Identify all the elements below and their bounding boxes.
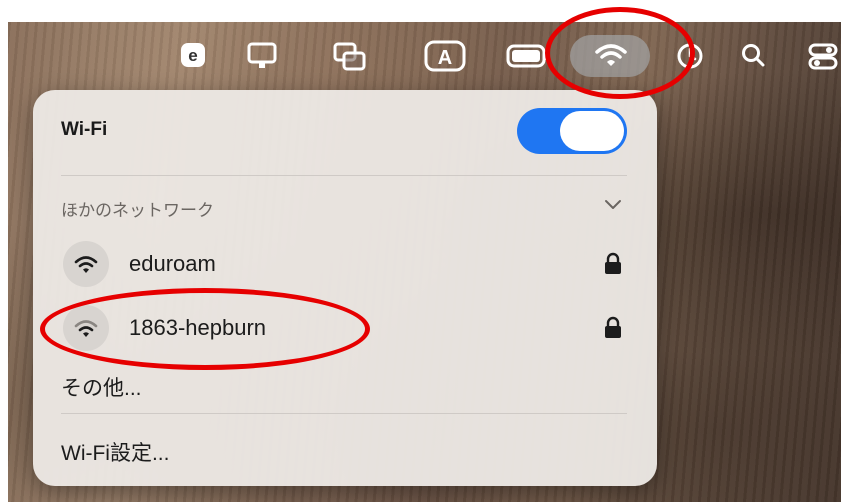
display-icon[interactable]	[247, 42, 277, 70]
wifi-toggle-knob	[560, 111, 624, 151]
lock-icon	[603, 316, 623, 345]
annotation-circle-wifi	[545, 7, 695, 99]
wifi-settings-link[interactable]: Wi-Fi設定...	[61, 437, 169, 467]
wifi-panel-title: Wi-Fi	[61, 119, 108, 140]
wifi-toggle[interactable]	[517, 108, 627, 154]
lock-icon	[603, 252, 623, 281]
stage-manager-icon[interactable]	[333, 42, 367, 72]
other-networks-link[interactable]: その他...	[61, 372, 142, 402]
chevron-down-icon[interactable]	[604, 198, 622, 216]
e-badge-icon[interactable]: e	[180, 42, 206, 68]
wifi-signal-icon	[63, 241, 109, 287]
divider	[61, 175, 627, 176]
e-badge-letter: e	[188, 46, 197, 65]
network-name: eduroam	[129, 251, 216, 276]
annotation-circle-network	[40, 288, 370, 370]
input-source-letter: A	[438, 47, 452, 69]
battery-icon[interactable]	[506, 44, 550, 68]
divider	[61, 413, 627, 414]
search-icon[interactable]	[740, 42, 766, 68]
other-networks-header: ほかのネットワーク	[61, 201, 214, 220]
control-center-icon[interactable]	[808, 42, 838, 70]
input-source-icon[interactable]: A	[424, 40, 466, 72]
